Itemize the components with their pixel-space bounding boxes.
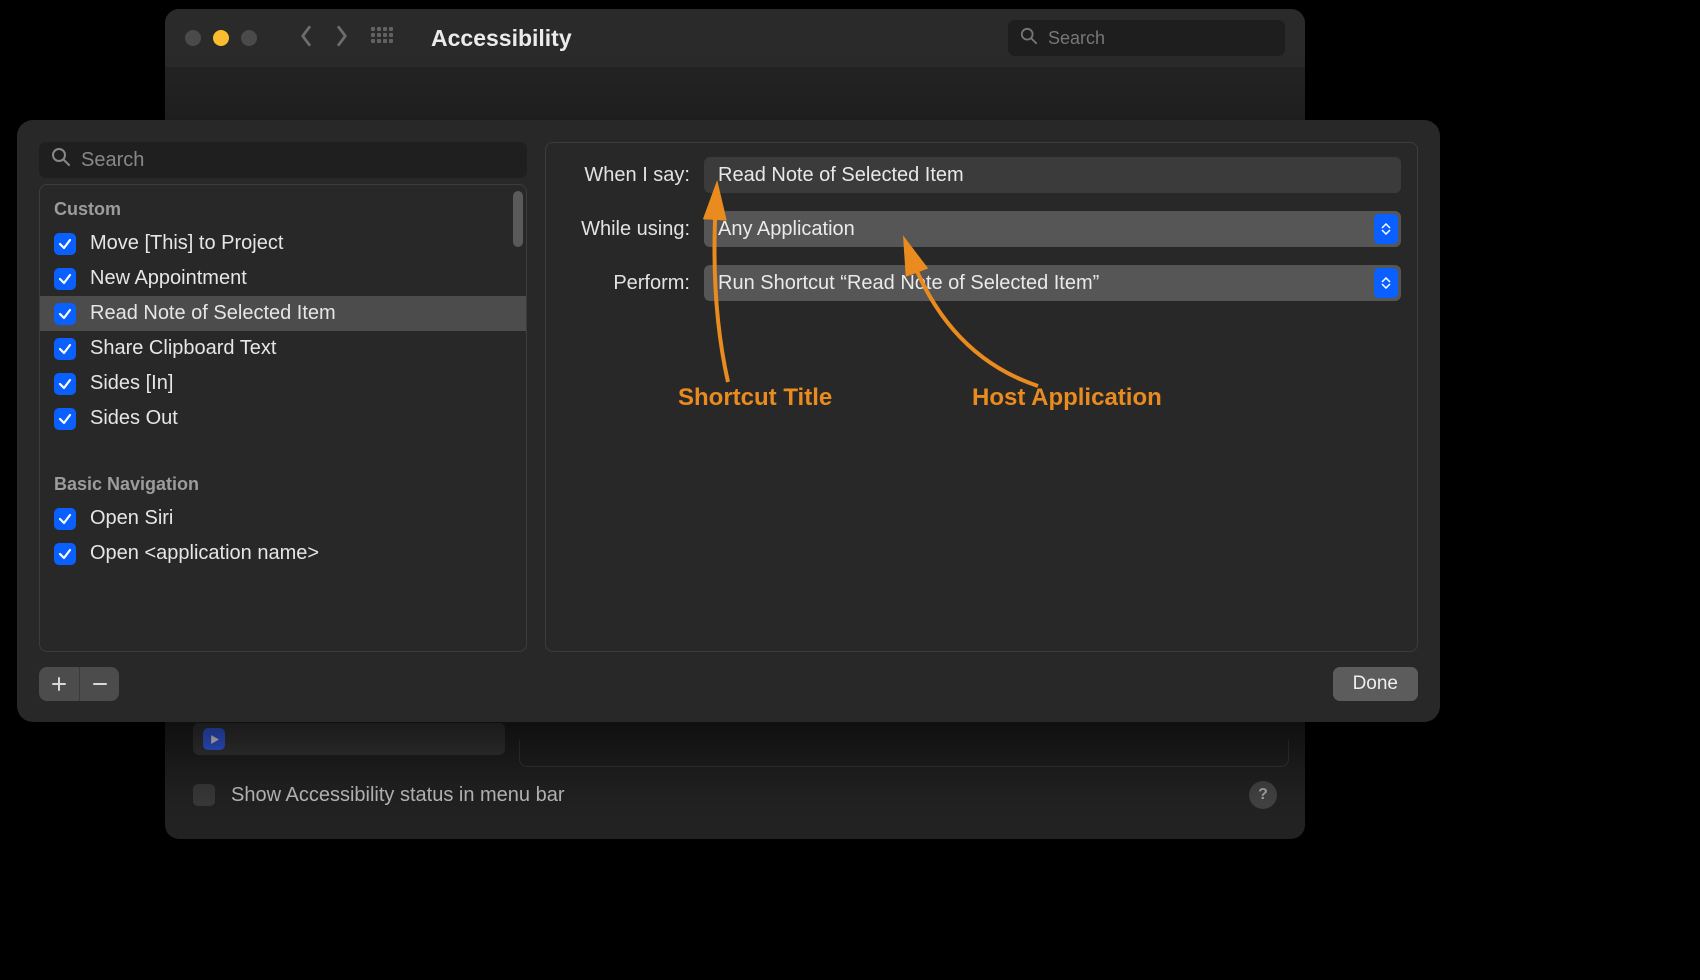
minimize-window-button[interactable] xyxy=(213,30,229,46)
sheet-footer: Done xyxy=(17,660,1440,722)
when-i-say-field[interactable]: Read Note of Selected Item xyxy=(704,157,1401,193)
command-list-pane: Search Custom Move [This] to Project New A… xyxy=(39,142,527,652)
command-section-header: Basic Navigation xyxy=(40,464,526,501)
updown-icon xyxy=(1374,214,1398,244)
command-search-placeholder: Search xyxy=(81,149,144,172)
annotation-arrow-host-application xyxy=(888,246,1048,396)
command-section-header: Custom xyxy=(40,189,526,226)
command-label: Sides [In] xyxy=(90,372,173,395)
help-button[interactable]: ? xyxy=(1249,781,1277,809)
command-list-container: Custom Move [This] to Project New Appointm… xyxy=(39,184,527,652)
perform-popup[interactable]: Run Shortcut “Read Note of Selected Item… xyxy=(704,265,1401,301)
status-checkbox-label: Show Accessibility status in menu bar xyxy=(231,784,565,807)
window-title: Accessibility xyxy=(431,25,572,52)
command-checkbox[interactable] xyxy=(54,508,76,530)
play-icon xyxy=(203,728,225,750)
command-row[interactable]: Open Siri xyxy=(40,501,526,536)
scrollbar-thumb[interactable] xyxy=(513,191,523,247)
command-label: Open <application name> xyxy=(90,542,319,565)
command-row[interactable]: Move [This] to Project xyxy=(40,226,526,261)
close-window-button[interactable] xyxy=(185,30,201,46)
search-icon xyxy=(1020,27,1038,50)
command-label: Sides Out xyxy=(90,407,178,430)
command-row[interactable]: Share Clipboard Text xyxy=(40,331,526,366)
command-label: Share Clipboard Text xyxy=(90,337,276,360)
command-label: New Appointment xyxy=(90,267,247,290)
while-using-popup[interactable]: Any Application xyxy=(704,211,1401,247)
nav-buttons xyxy=(297,25,351,52)
sidebar-selected-stub xyxy=(193,723,505,755)
search-icon xyxy=(51,147,71,173)
perform-label: Perform: xyxy=(562,272,690,295)
command-detail-pane: When I say: Read Note of Selected Item W… xyxy=(545,142,1418,652)
remove-button[interactable] xyxy=(79,667,119,701)
toolbar-search-placeholder: Search xyxy=(1048,28,1105,49)
detail-pane-stub xyxy=(519,739,1289,767)
back-icon[interactable] xyxy=(297,25,315,52)
toolbar-search[interactable]: Search xyxy=(1008,20,1285,56)
window-controls xyxy=(185,30,257,46)
command-row[interactable]: New Appointment xyxy=(40,261,526,296)
command-row[interactable]: Sides Out xyxy=(40,401,526,436)
command-checkbox[interactable] xyxy=(54,338,76,360)
command-row[interactable]: Open <application name> xyxy=(40,536,526,571)
command-label: Read Note of Selected Item xyxy=(90,302,336,325)
command-label: Open Siri xyxy=(90,507,173,530)
command-checkbox[interactable] xyxy=(54,268,76,290)
command-list[interactable]: Custom Move [This] to Project New Appointm… xyxy=(40,185,526,651)
updown-icon xyxy=(1374,268,1398,298)
when-i-say-value: Read Note of Selected Item xyxy=(718,164,964,187)
forward-icon[interactable] xyxy=(333,25,351,52)
add-remove-group xyxy=(39,667,119,701)
done-button[interactable]: Done xyxy=(1333,667,1418,701)
zoom-window-button[interactable] xyxy=(241,30,257,46)
grid-icon[interactable] xyxy=(371,27,393,49)
while-using-value: Any Application xyxy=(718,218,855,241)
command-checkbox[interactable] xyxy=(54,373,76,395)
status-checkbox[interactable] xyxy=(193,784,215,806)
command-checkbox[interactable] xyxy=(54,543,76,565)
command-search[interactable]: Search xyxy=(39,142,527,178)
command-checkbox[interactable] xyxy=(54,303,76,325)
add-button[interactable] xyxy=(39,667,79,701)
command-checkbox[interactable] xyxy=(54,233,76,255)
command-row[interactable]: Sides [In] xyxy=(40,366,526,401)
while-using-label: While using: xyxy=(562,218,690,241)
annotation-arrow-shortcut-title xyxy=(698,192,738,392)
titlebar: Accessibility Search xyxy=(165,9,1305,67)
command-checkbox[interactable] xyxy=(54,408,76,430)
status-row: Show Accessibility status in menu bar ? xyxy=(193,781,1277,809)
when-i-say-label: When I say: xyxy=(562,164,690,187)
command-row[interactable]: Read Note of Selected Item xyxy=(40,296,526,331)
accessibility-footer: Show Accessibility status in menu bar ? xyxy=(165,723,1305,839)
command-label: Move [This] to Project xyxy=(90,232,283,255)
